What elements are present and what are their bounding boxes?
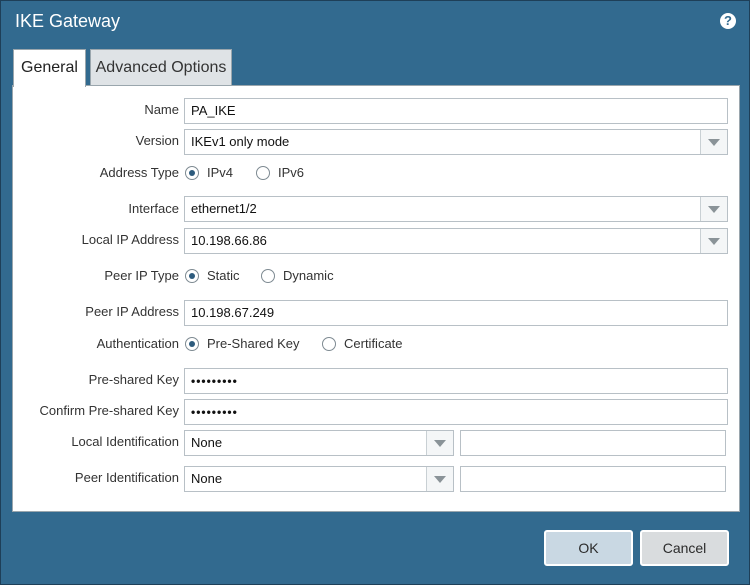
authentication-label: Authentication <box>96 336 179 351</box>
peer-ip-type-label: Peer IP Type <box>104 268 179 283</box>
version-label: Version <box>135 133 179 148</box>
version-value: IKEv1 only mode <box>191 134 290 149</box>
name-label: Name <box>144 102 179 117</box>
chevron-down-icon[interactable] <box>700 130 727 154</box>
radio-certificate-label: Certificate <box>344 336 403 351</box>
general-panel: Name PA_IKE Version IKEv1 only mode Addr… <box>12 85 740 512</box>
interface-select[interactable]: ethernet1/2 <box>184 196 728 222</box>
radio-ipv4-label: IPv4 <box>207 165 234 180</box>
ike-gateway-dialog: IKE Gateway ? General Advanced Options N… <box>0 0 750 585</box>
radio-unselected-icon[interactable] <box>322 336 336 351</box>
chevron-down-icon[interactable] <box>700 229 727 253</box>
chevron-down-icon[interactable] <box>426 467 453 491</box>
radio-ipv4[interactable]: IPv4 <box>185 165 233 180</box>
radio-ipv6-label: IPv6 <box>278 165 305 180</box>
help-icon[interactable]: ? <box>720 13 736 29</box>
radio-selected-icon[interactable] <box>185 165 199 180</box>
radio-dynamic-label: Dynamic <box>283 268 334 283</box>
psk-field[interactable]: ••••••••• <box>184 368 728 394</box>
radio-static-label: Static <box>207 268 240 283</box>
local-id-value: None <box>191 435 223 450</box>
name-field[interactable]: PA_IKE <box>184 98 728 124</box>
psk-confirm-label: Confirm Pre-shared Key <box>39 403 179 418</box>
interface-label: Interface <box>128 201 179 216</box>
peer-id-value-field[interactable] <box>460 466 726 492</box>
local-id-select[interactable]: None <box>184 430 454 456</box>
interface-value: ethernet1/2 <box>191 201 257 216</box>
local-ip-value: 10.198.66.86 <box>191 233 267 248</box>
tab-general[interactable]: General <box>13 49 86 87</box>
ok-button[interactable]: OK <box>544 530 633 566</box>
local-id-value-field[interactable] <box>460 430 726 456</box>
chevron-down-icon[interactable] <box>700 197 727 221</box>
cancel-button[interactable]: Cancel <box>640 530 729 566</box>
radio-ipv6[interactable]: IPv6 <box>256 165 304 180</box>
local-ip-select[interactable]: 10.198.66.86 <box>184 228 728 254</box>
tab-advanced-options[interactable]: Advanced Options <box>90 49 232 85</box>
radio-unselected-icon[interactable] <box>261 268 275 283</box>
radio-selected-icon[interactable] <box>185 336 199 351</box>
psk-label: Pre-shared Key <box>88 372 179 387</box>
local-id-label: Local Identification <box>71 434 179 449</box>
peer-id-select[interactable]: None <box>184 466 454 492</box>
radio-static[interactable]: Static <box>185 268 240 283</box>
peer-ip-field[interactable]: 10.198.67.249 <box>184 300 728 326</box>
peer-id-value: None <box>191 471 223 486</box>
psk-confirm-field[interactable]: ••••••••• <box>184 399 728 425</box>
radio-pre-shared-key-label: Pre-Shared Key <box>207 336 300 351</box>
peer-id-label: Peer Identification <box>74 470 179 485</box>
address-type-label: Address Type <box>99 165 179 180</box>
chevron-down-icon[interactable] <box>426 431 453 455</box>
radio-unselected-icon[interactable] <box>256 165 270 180</box>
radio-certificate[interactable]: Certificate <box>322 336 403 351</box>
radio-dynamic[interactable]: Dynamic <box>261 268 334 283</box>
radio-pre-shared-key[interactable]: Pre-Shared Key <box>185 336 300 351</box>
peer-ip-label: Peer IP Address <box>85 304 179 319</box>
version-select[interactable]: IKEv1 only mode <box>184 129 728 155</box>
local-ip-label: Local IP Address <box>81 232 179 247</box>
radio-selected-icon[interactable] <box>185 268 199 283</box>
dialog-title: IKE Gateway <box>15 11 121 31</box>
